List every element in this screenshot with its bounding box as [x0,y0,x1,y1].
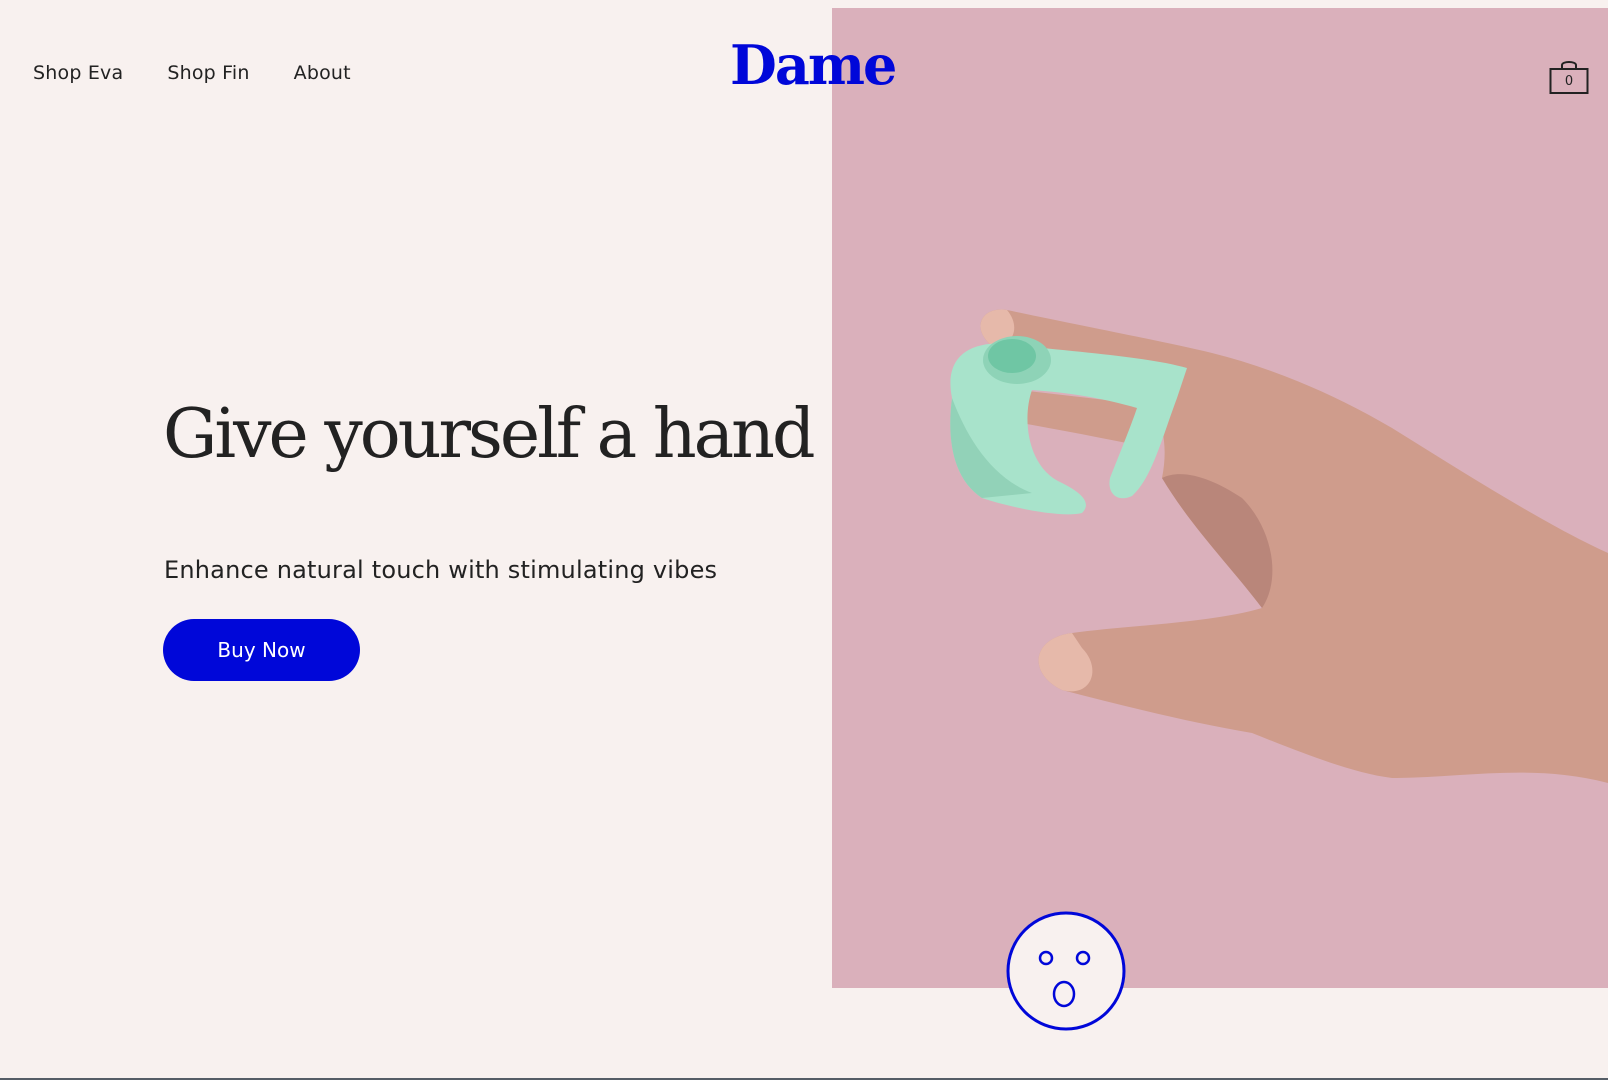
hand-with-finger-vibrator-illustration [950,309,1608,783]
surprised-face-icon [1006,911,1126,1031]
hero-image [832,8,1608,988]
hero-subheadline: Enhance natural touch with stimulating v… [164,556,718,584]
nav-shop-eva[interactable]: Shop Eva [33,62,123,84]
cart-button[interactable]: 0 [1549,59,1589,95]
landing-page: Shop Eva Shop Fin About Dame 0 Give your… [0,0,1608,1080]
hero-headline: Give yourself a hand [163,395,815,474]
brand-logo[interactable]: Dame [730,38,897,92]
cart-count: 0 [1564,74,1574,89]
nav-shop-fin[interactable]: Shop Fin [167,62,249,84]
main-nav: Shop Eva Shop Fin About [33,62,351,84]
buy-now-button[interactable]: Buy Now [163,619,360,681]
nav-about[interactable]: About [294,62,351,84]
